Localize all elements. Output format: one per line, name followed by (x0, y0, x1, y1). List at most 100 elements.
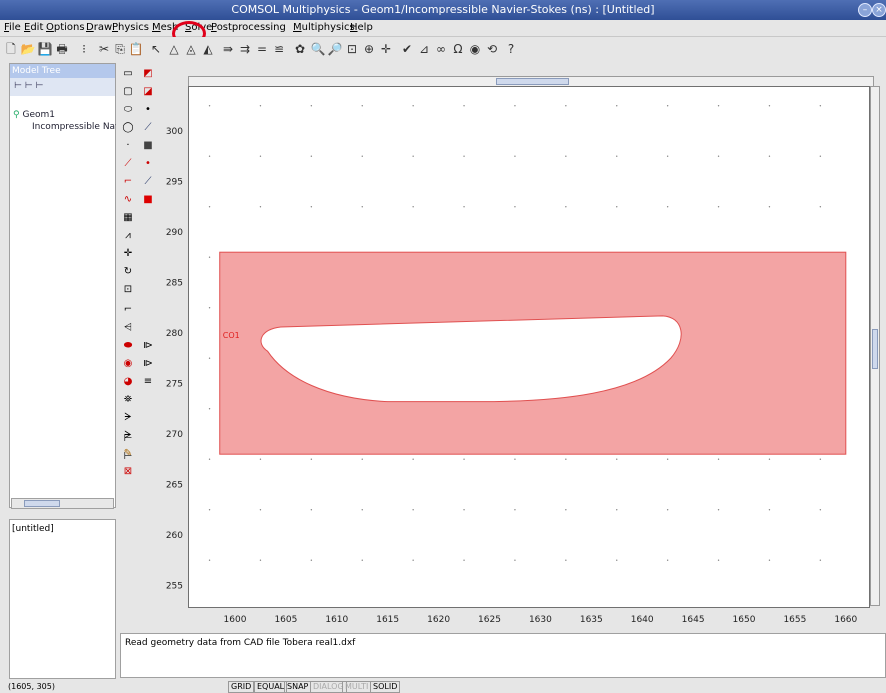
grid-dot (514, 105, 516, 107)
grid-dot (666, 155, 669, 157)
canvas-vertical-scrollbar[interactable] (870, 86, 880, 606)
fillet-icon[interactable]: ⌐ (121, 303, 135, 317)
refine-mesh-icon[interactable]: ◭ (200, 41, 216, 57)
dot-red-icon[interactable]: • (141, 157, 155, 171)
minimize-icon[interactable]: – (858, 3, 872, 17)
move-icon[interactable]: ✛ (121, 247, 135, 261)
save-icon[interactable]: 💾 (37, 41, 53, 57)
delete-interior-icon[interactable]: ≡ (141, 375, 155, 389)
split-icon[interactable]: ⧐ (141, 357, 155, 371)
box-icon[interactable]: ■ (141, 139, 155, 153)
tree-horizontal-scrollbar[interactable] (11, 498, 114, 509)
snap-toggle[interactable]: SNAP (284, 681, 312, 693)
ellipse-icon[interactable]: ⬭ (121, 103, 135, 117)
equal-toggle[interactable]: EQUAL (254, 681, 288, 693)
mirror-icon[interactable]: ⩘ (121, 229, 135, 243)
open-icon[interactable]: 📂 (20, 41, 36, 57)
grid-dot (717, 155, 720, 157)
square-corner-icon[interactable]: ◪ (141, 85, 155, 99)
line-icon[interactable]: ⟋ (121, 157, 135, 171)
curve-icon[interactable]: ∿ (121, 193, 135, 207)
menu-options[interactable]: Options (46, 22, 85, 33)
array-icon[interactable]: ▦ (121, 211, 135, 225)
tree-node-navier-stokes[interactable]: Incompressible Nav (32, 122, 116, 132)
tree-node-geom1[interactable]: ⚲ Geom1 (13, 110, 55, 120)
compose-icon[interactable]: ⛯ (121, 393, 135, 407)
y-tick-label: 290 (166, 228, 183, 238)
edge-icon[interactable]: ⟋ (141, 175, 155, 189)
tangent-icon[interactable]: ⩤ (121, 321, 135, 335)
properties-panel: [untitled] (9, 519, 116, 679)
tree-scroll-thumb[interactable] (24, 500, 60, 507)
polyline-icon[interactable]: ⌐ (121, 175, 135, 189)
bracket-icon-2[interactable]: ⊢ (121, 450, 135, 464)
cut-icon[interactable]: ✂ (96, 41, 112, 57)
menu-edit[interactable]: Edit (24, 22, 43, 33)
draw-obj-icon[interactable]: ⊿ (416, 41, 432, 57)
restart-icon[interactable]: ⇉ (237, 41, 253, 57)
rect-corner-icon[interactable]: ◩ (141, 67, 155, 81)
zoom-extents-icon[interactable]: ⊕ (361, 41, 377, 57)
x-tick-label: 1655 (783, 615, 806, 625)
select-icon[interactable]: ✔ (399, 41, 415, 57)
menu-file[interactable]: File (4, 22, 21, 33)
omega-icon[interactable]: Ω (450, 41, 466, 57)
point-icon[interactable]: • (141, 103, 155, 117)
create-composite-icon[interactable]: ᗒ (121, 411, 135, 425)
grid-toggle[interactable]: GRID (228, 681, 255, 693)
tree-expand-icon[interactable]: ⊢ (14, 81, 22, 91)
square-icon[interactable]: ▢ (121, 85, 135, 99)
rotate-icon[interactable]: ⟲ (484, 41, 500, 57)
canvas-vscroll-thumb[interactable] (872, 329, 878, 369)
zoom-in-icon[interactable]: 🔍 (310, 41, 326, 57)
mesh-mode-icon[interactable]: △ (166, 41, 182, 57)
solid-toggle[interactable]: SOLID (370, 681, 401, 693)
multi-toggle[interactable]: MULTI (342, 681, 372, 693)
geometry-canvas[interactable]: CO1 300 295 290 285 280 275 270 265 260 255 1600 160… (166, 86, 870, 625)
paste-icon[interactable]: 📋 (128, 41, 144, 57)
print-icon[interactable]: 🖶 (54, 41, 70, 57)
tree-view-icon[interactable]: ⊢ (35, 81, 43, 91)
draw-mode-icon[interactable]: ↖ (148, 41, 164, 57)
intersect-icon[interactable]: ◉ (121, 357, 135, 371)
copy-icon[interactable]: ⎘ (112, 41, 128, 57)
solve-icon[interactable]: ⇛ (220, 41, 236, 57)
grid-dot (819, 206, 822, 208)
menu-postprocessing[interactable]: Postprocessing (211, 22, 286, 33)
point-draw-icon[interactable]: · (121, 139, 135, 153)
pan-icon[interactable]: ∞ (433, 41, 449, 57)
model-tree-icon[interactable]: ⁝ (76, 41, 92, 57)
menu-help[interactable]: Help (350, 22, 373, 33)
plot-icon[interactable]: ✿ (292, 41, 308, 57)
init-mesh-icon[interactable]: ◬ (183, 41, 199, 57)
grid-dot (819, 458, 822, 460)
tree-collapse-icon[interactable]: ⊢ (25, 81, 33, 91)
bracket-icon-1[interactable]: ⊢ (121, 432, 135, 446)
help-icon[interactable]: ? (503, 41, 519, 57)
axis-icon[interactable]: ✛ (378, 41, 394, 57)
circle-icon[interactable]: ◯ (121, 121, 135, 135)
scale-icon[interactable]: ⊡ (121, 283, 135, 297)
zoom-window-icon[interactable]: ⊡ (344, 41, 360, 57)
solver-params-icon[interactable]: ≌ (271, 41, 287, 57)
x-tick-label: 1615 (376, 615, 399, 625)
menu-multiphysics[interactable]: Multiphysics (293, 22, 355, 33)
zoom-out-icon[interactable]: 🔎 (327, 41, 343, 57)
sphere-icon[interactable]: ◉ (467, 41, 483, 57)
close-icon[interactable]: × (872, 3, 886, 17)
y-tick-label: 255 (166, 582, 183, 592)
union-icon[interactable]: ⬬ (121, 339, 135, 353)
new-icon[interactable]: 🗋 (3, 41, 19, 57)
line-select-icon[interactable]: ⟋ (141, 121, 155, 135)
rectangle-icon[interactable]: ▭ (121, 67, 135, 81)
grid-settings-icon[interactable]: ⊠ (121, 465, 135, 479)
menu-draw[interactable]: Draw (86, 22, 112, 33)
canvas-hscroll-thumb[interactable] (496, 78, 569, 85)
solid-square-icon[interactable]: ■ (141, 193, 155, 207)
grid-dot (412, 559, 414, 561)
coerce-icon[interactable]: ⧐ (141, 339, 155, 353)
difference-icon[interactable]: ◕ (121, 375, 135, 389)
rotate-tool-icon[interactable]: ↻ (121, 265, 135, 279)
equals-icon[interactable]: = (254, 41, 270, 57)
menu-physics[interactable]: Physics (112, 22, 149, 33)
